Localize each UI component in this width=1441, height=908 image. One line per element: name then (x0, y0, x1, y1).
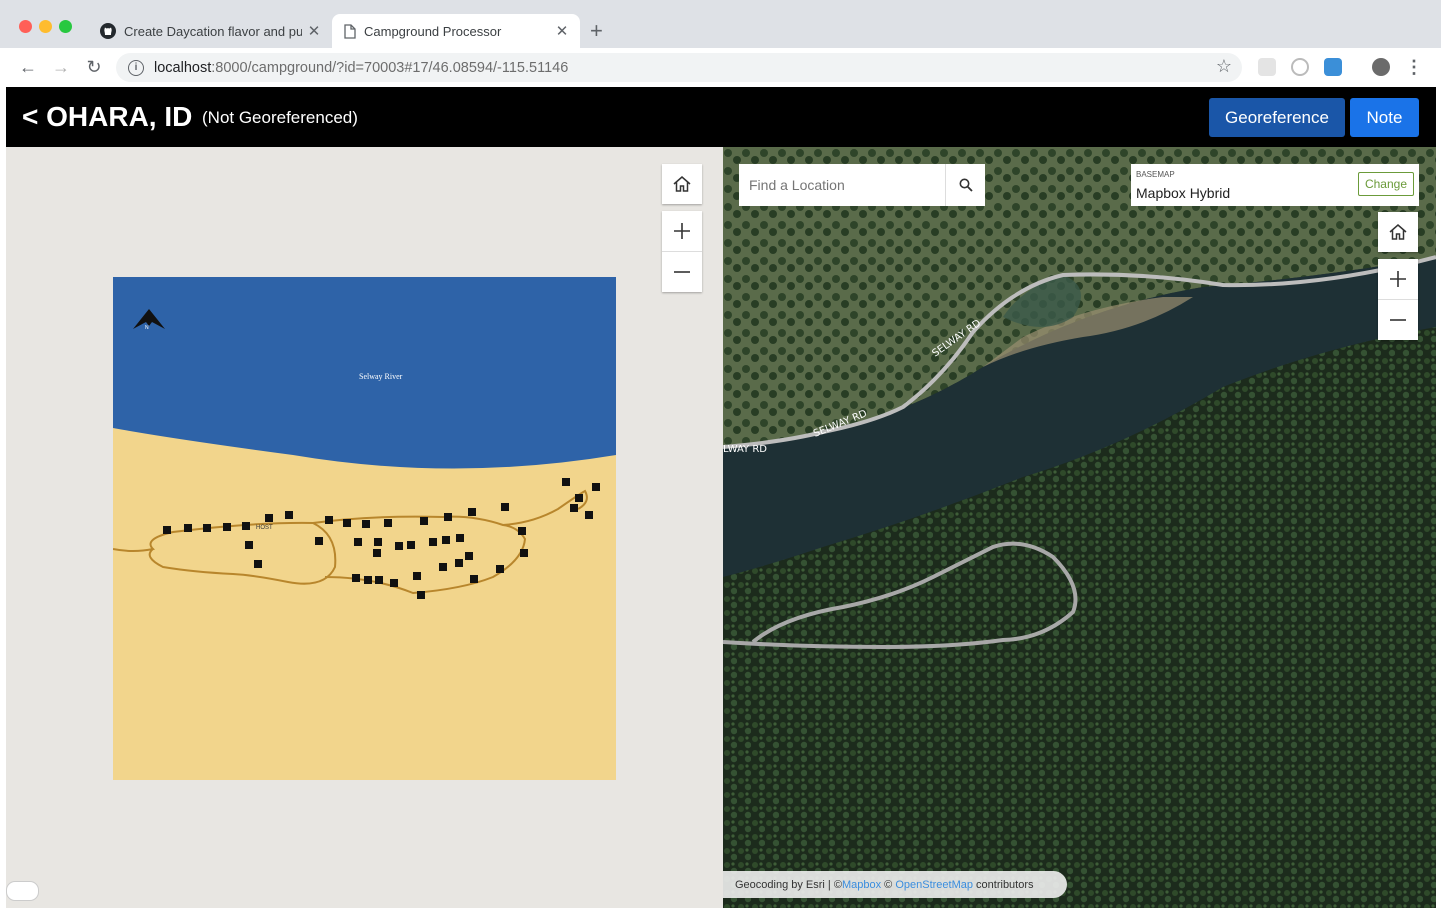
github-icon (100, 23, 116, 39)
home-icon (673, 176, 691, 192)
extension-icon[interactable] (1324, 58, 1342, 76)
document-icon (344, 23, 356, 39)
image-home-control (662, 164, 702, 204)
tab-title: Campground Processor (364, 23, 502, 39)
campground-map-image: N Selway River HOST (113, 277, 616, 780)
home-icon (1389, 224, 1407, 240)
app-header: < OHARA, ID (Not Georeferenced) Georefer… (6, 87, 1436, 147)
attribution-prefix: Geocoding by Esri | © (735, 878, 842, 891)
note-button[interactable]: Note (1350, 98, 1419, 137)
search-input[interactable] (739, 164, 946, 206)
zoom-out-button[interactable] (662, 252, 702, 292)
extension-icon[interactable] (1291, 58, 1309, 76)
profile-avatar[interactable] (1372, 58, 1390, 76)
browser-toolbar: ← → ↻ i localhost:8000/campground/?id=70… (0, 48, 1441, 87)
mapbox-link[interactable]: Mapbox (842, 879, 881, 891)
home-button[interactable] (1378, 212, 1418, 252)
map-home-control (1378, 212, 1418, 252)
georeference-status: (Not Georeferenced) (202, 108, 358, 127)
satellite-imagery: SELWAY RD SELWAY RD LWAY RD (723, 147, 1436, 908)
back-title-link[interactable]: < OHARA, ID (22, 101, 192, 133)
zoom-in-button[interactable] (1378, 259, 1418, 300)
basemap-name: Mapbox Hybrid (1136, 185, 1231, 201)
search-button[interactable] (945, 164, 985, 206)
panel-toggle[interactable] (6, 881, 39, 901)
close-tab-icon[interactable]: ✕ (550, 22, 574, 40)
address-bar[interactable]: i localhost:8000/campground/?id=70003#17… (116, 53, 1242, 82)
minus-icon (674, 271, 690, 273)
river-label: Selway River (359, 372, 403, 381)
tab-strip: Create Daycation flavor and pu ✕ Campgro… (0, 0, 1441, 48)
attribution-suffix: contributors (972, 878, 1034, 891)
satellite-map[interactable]: SELWAY RD SELWAY RD LWAY RD BASEMAP Mapb… (723, 147, 1436, 908)
image-viewer[interactable]: N Selway River HOST (6, 147, 723, 908)
basemap-selector: BASEMAP Mapbox Hybrid Change (1131, 164, 1419, 206)
close-window-button[interactable] (19, 20, 32, 33)
north-label: N (145, 325, 149, 331)
plus-icon (1390, 271, 1406, 287)
zoom-out-button[interactable] (1378, 300, 1418, 340)
url-host: localhost (154, 59, 212, 76)
close-tab-icon[interactable]: ✕ (302, 22, 326, 40)
map-zoom-control (1378, 259, 1418, 340)
plus-icon (674, 223, 690, 239)
search-icon (959, 178, 973, 192)
forward-arrow-icon[interactable]: → (48, 54, 74, 80)
basemap-label: BASEMAP (1136, 170, 1175, 179)
bookmark-star-icon[interactable]: ☆ (1216, 56, 1232, 77)
image-zoom-control (662, 211, 702, 292)
road-label: LWAY RD (723, 444, 767, 455)
minimize-window-button[interactable] (39, 20, 52, 33)
home-button[interactable] (662, 164, 702, 204)
back-arrow-icon[interactable]: ← (15, 54, 41, 80)
browser-chrome: Create Daycation flavor and pu ✕ Campgro… (0, 0, 1441, 87)
extension-icon[interactable] (1258, 58, 1276, 76)
new-tab-button[interactable]: + (590, 18, 603, 44)
change-basemap-button[interactable]: Change (1357, 172, 1414, 196)
tab-campground[interactable]: Campground Processor ✕ (332, 14, 580, 48)
url-path: :8000/campground/?id=70003#17/46.08594/-… (211, 59, 569, 76)
zoom-in-button[interactable] (662, 211, 702, 252)
host-label: HOST (256, 525, 273, 531)
attribution-mid: © (881, 878, 896, 891)
minus-icon (1390, 319, 1406, 321)
maximize-window-button[interactable] (59, 20, 72, 33)
openstreetmap-link[interactable]: OpenStreetMap (895, 879, 973, 891)
georeference-button[interactable]: Georeference (1209, 98, 1345, 137)
map-attribution: Geocoding by Esri | © Mapbox © OpenStree… (723, 871, 1067, 898)
location-search (739, 164, 985, 206)
reload-icon[interactable]: ↻ (81, 54, 107, 80)
tab-github[interactable]: Create Daycation flavor and pu ✕ (88, 14, 332, 48)
info-icon[interactable]: i (128, 59, 144, 76)
menu-kebab-icon[interactable]: ⋮ (1401, 54, 1427, 80)
tab-title: Create Daycation flavor and pu (124, 23, 302, 39)
